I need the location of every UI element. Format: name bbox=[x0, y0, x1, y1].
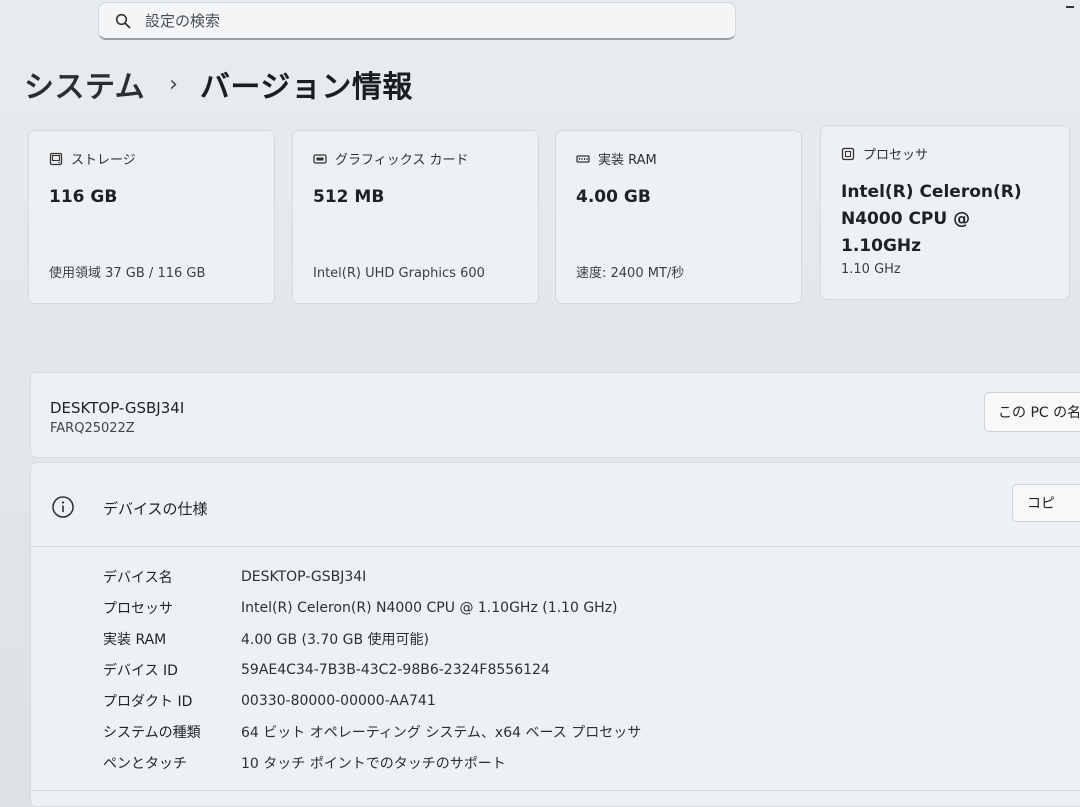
graphics-card-icon bbox=[313, 153, 327, 164]
storage-label: ストレージ bbox=[71, 153, 136, 168]
spec-row-product-id: プロダクト ID 00330-80000-00000-AA741 bbox=[103, 685, 641, 716]
storage-icon bbox=[49, 152, 63, 165]
ram-label: 実装 RAM bbox=[598, 153, 657, 168]
graphics-card-model: Intel(R) UHD Graphics 600 bbox=[313, 266, 485, 281]
spec-row-pen-touch: ペンとタッチ 10 タッチ ポイントでのタッチのサポート bbox=[103, 747, 641, 778]
device-specs-title: デバイスの仕様 bbox=[103, 500, 208, 518]
device-specs-header[interactable]: デバイスの仕様 bbox=[31, 463, 1080, 547]
device-model: FARQ25022Z bbox=[50, 421, 135, 436]
graphics-card[interactable]: グラフィックス カード 512 MB Intel(R) UHD Graphics… bbox=[292, 130, 539, 304]
spec-value: Intel(R) Celeron(R) N4000 CPU @ 1.10GHz … bbox=[241, 599, 618, 616]
spec-row-processor: プロセッサ Intel(R) Celeron(R) N4000 CPU @ 1.… bbox=[103, 592, 641, 623]
spec-row-system-type: システムの種類 64 ビット オペレーティング システム、x64 ベース プロセ… bbox=[103, 716, 641, 747]
storage-usage: 使用領域 37 GB / 116 GB bbox=[49, 266, 206, 281]
processor-card[interactable]: プロセッサ Intel(R) Celeron(R) N4000 CPU @ 1.… bbox=[820, 125, 1070, 300]
spec-label: プロダクト ID bbox=[103, 693, 193, 710]
spec-label: システムの種類 bbox=[103, 724, 201, 741]
spec-row-device-id: デバイス ID 59AE4C34-7B3B-43C2-98B6-2324F855… bbox=[103, 654, 641, 685]
page-title: バージョン情報 bbox=[199, 70, 413, 105]
device-specs-panel: デバイスの仕様 デバイス名 DESKTOP-GSBJ34I プロセッサ Inte… bbox=[30, 462, 1080, 807]
spec-value: 59AE4C34-7B3B-43C2-98B6-2324F8556124 bbox=[241, 661, 550, 678]
spec-value: 00330-80000-00000-AA741 bbox=[241, 692, 436, 709]
device-name: DESKTOP-GSBJ34I bbox=[50, 399, 185, 417]
spec-label: プロセッサ bbox=[103, 600, 173, 617]
spec-row-ram: 実装 RAM 4.00 GB (3.70 GB 使用可能) bbox=[103, 623, 641, 654]
rename-pc-button[interactable]: この PC の名 bbox=[984, 392, 1080, 432]
storage-card[interactable]: ストレージ 116 GB 使用領域 37 GB / 116 GB bbox=[28, 130, 275, 304]
spec-row-device-name: デバイス名 DESKTOP-GSBJ34I bbox=[103, 561, 641, 592]
spec-value: 4.00 GB (3.70 GB 使用可能) bbox=[241, 631, 429, 648]
divider bbox=[30, 790, 1080, 791]
search-box[interactable] bbox=[98, 2, 736, 40]
spec-value: 64 ビット オペレーティング システム、x64 ベース プロセッサ bbox=[241, 724, 642, 741]
processor-value-line1: Intel(R) Celeron(R) bbox=[841, 182, 1022, 202]
ram-speed: 速度: 2400 MT/秒 bbox=[576, 266, 685, 281]
search-input[interactable] bbox=[145, 11, 685, 30]
breadcrumb-chevron-icon: › bbox=[169, 71, 178, 97]
ram-value: 4.00 GB bbox=[576, 187, 651, 207]
spec-label: デバイス ID bbox=[103, 662, 178, 679]
graphics-card-label: グラフィックス カード bbox=[335, 153, 469, 168]
spec-value: DESKTOP-GSBJ34I bbox=[241, 568, 367, 585]
spec-label: デバイス名 bbox=[103, 569, 173, 586]
spec-value: 10 タッチ ポイントでのタッチのサポート bbox=[241, 755, 506, 772]
graphics-card-value: 512 MB bbox=[313, 187, 385, 207]
device-name-panel: DESKTOP-GSBJ34I FARQ25022Z bbox=[30, 372, 1080, 458]
search-icon bbox=[115, 13, 131, 28]
minimize-icon[interactable] bbox=[1066, 6, 1074, 8]
processor-icon bbox=[841, 147, 855, 160]
breadcrumb: システム › バージョン情報 bbox=[24, 62, 413, 106]
processor-speed: 1.10 GHz bbox=[841, 262, 901, 277]
ram-card[interactable]: 実装 RAM 4.00 GB 速度: 2400 MT/秒 bbox=[555, 130, 802, 304]
processor-label: プロセッサ bbox=[863, 148, 929, 163]
spec-label: 実装 RAM bbox=[103, 631, 167, 648]
copy-button[interactable]: コピ bbox=[1012, 484, 1080, 522]
storage-value: 116 GB bbox=[49, 187, 118, 207]
spec-label: ペンとタッチ bbox=[103, 755, 187, 772]
ram-icon bbox=[576, 154, 590, 163]
processor-value-line2: N4000 CPU @ 1.10GHz bbox=[841, 209, 971, 256]
breadcrumb-system[interactable]: システム bbox=[24, 62, 145, 106]
spec-list: デバイス名 DESKTOP-GSBJ34I プロセッサ Intel(R) Cel… bbox=[103, 561, 641, 778]
info-icon bbox=[52, 496, 74, 518]
